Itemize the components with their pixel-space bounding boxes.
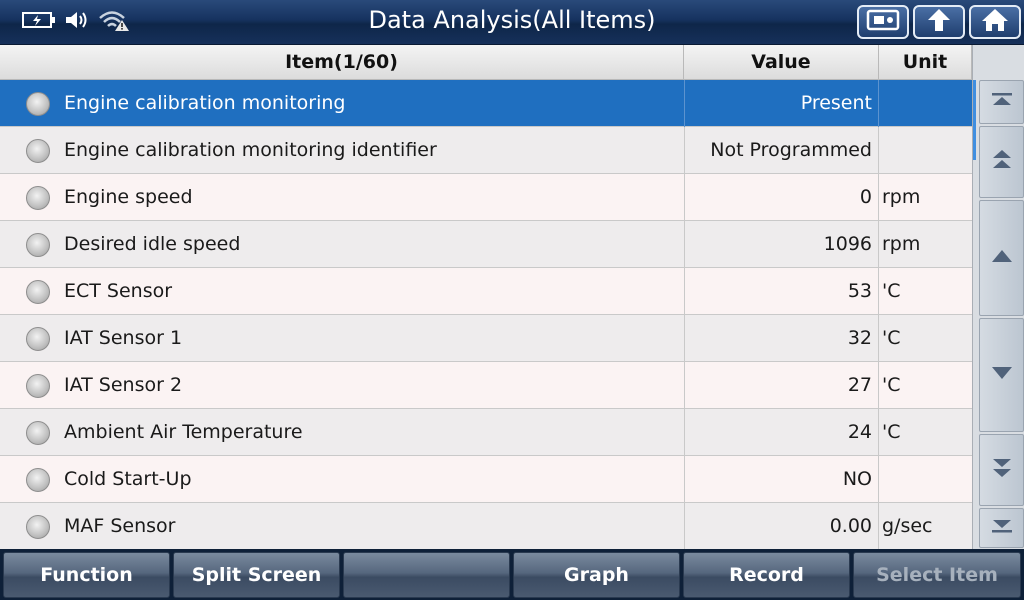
function-button[interactable]: Function [3, 552, 170, 598]
row-radio[interactable] [26, 233, 50, 257]
double-chevron-up-icon [989, 147, 1015, 177]
row-unit: 'C [882, 327, 901, 349]
row-value: 27 [684, 362, 879, 409]
row-radio[interactable] [26, 374, 50, 398]
row-value: 0 [684, 174, 879, 221]
row-unit: g/sec [882, 515, 933, 537]
row-radio[interactable] [26, 421, 50, 445]
chevron-down-icon [989, 363, 1015, 387]
row-unit [879, 456, 972, 503]
row-name: Desired idle speed [64, 233, 241, 255]
scroll-top-button[interactable] [979, 80, 1024, 124]
row-unit: 'C [882, 421, 901, 443]
split-screen-button[interactable]: Split Screen [173, 552, 340, 598]
header-unit[interactable]: Unit [879, 45, 972, 80]
chevron-up-icon [989, 246, 1015, 270]
table-header: Item(1/60) Value Unit [0, 45, 972, 80]
row-radio[interactable] [26, 139, 50, 163]
row-name: ECT Sensor [64, 280, 173, 302]
row-name: Cold Start-Up [64, 468, 192, 490]
row-unit: 'C [882, 280, 901, 302]
row-value: 53 [684, 268, 879, 315]
scroll-up-button[interactable] [979, 200, 1024, 316]
row-name: Engine speed [64, 186, 193, 208]
row-radio[interactable] [26, 468, 50, 492]
scroll-thumb[interactable] [973, 80, 976, 160]
table-row[interactable]: IAT Sensor 2 27 'C [0, 362, 972, 409]
row-value: NO [684, 456, 879, 503]
row-name: IAT Sensor 2 [64, 374, 183, 396]
row-unit [879, 80, 972, 127]
bottom-toolbar: Function Split Screen Graph Record Selec… [0, 549, 1024, 600]
table-row[interactable]: Desired idle speed 1096 rpm [0, 221, 972, 268]
graph-button[interactable]: Graph [513, 552, 680, 598]
row-radio[interactable] [26, 327, 50, 351]
title-bar: Data Analysis(All Items) [0, 0, 1024, 45]
table-row[interactable]: Ambient Air Temperature 24 'C [0, 409, 972, 456]
home-icon [980, 7, 1010, 37]
scroll-to-top-icon [989, 90, 1015, 114]
row-radio[interactable] [26, 515, 50, 539]
row-name: Ambient Air Temperature [64, 421, 303, 443]
data-table: Item(1/60) Value Unit Engine calibration… [0, 45, 972, 550]
row-value: 1096 [684, 221, 879, 268]
table-row[interactable]: MAF Sensor 0.00 g/sec [0, 503, 972, 550]
table-row[interactable]: Engine speed 0 rpm [0, 174, 972, 221]
header-value[interactable]: Value [684, 45, 879, 80]
select-item-button[interactable]: Select Item [853, 552, 1021, 598]
home-button[interactable] [969, 5, 1021, 39]
back-button[interactable] [913, 5, 965, 39]
row-radio[interactable] [26, 92, 50, 116]
scroll-down-button[interactable] [979, 318, 1024, 432]
screenshot-button[interactable] [857, 5, 909, 39]
record-button[interactable]: Record [683, 552, 850, 598]
row-name: Engine calibration monitoring [64, 92, 346, 114]
table-row[interactable]: IAT Sensor 1 32 'C [0, 315, 972, 362]
row-radio[interactable] [26, 280, 50, 304]
row-name: IAT Sensor 1 [64, 327, 183, 349]
row-value: 24 [684, 409, 879, 456]
row-unit: rpm [882, 186, 921, 208]
back-icon [924, 7, 954, 37]
empty-button [343, 552, 510, 598]
page-down-button[interactable] [979, 434, 1024, 506]
table-row[interactable]: ECT Sensor 53 'C [0, 268, 972, 315]
scroll-to-bottom-icon [989, 516, 1015, 540]
row-name: MAF Sensor [64, 515, 176, 537]
row-radio[interactable] [26, 186, 50, 210]
header-item[interactable]: Item(1/60) [0, 45, 684, 80]
row-unit: rpm [882, 233, 921, 255]
scroll-bottom-button[interactable] [979, 508, 1024, 548]
row-unit [879, 127, 972, 174]
double-chevron-down-icon [989, 455, 1015, 485]
row-value: 0.00 [684, 503, 879, 550]
table-row[interactable]: Cold Start-Up NO [0, 456, 972, 503]
page-up-button[interactable] [979, 126, 1024, 198]
row-name: Engine calibration monitoring identifier [64, 139, 437, 161]
row-value: Not Programmed [684, 127, 879, 174]
row-unit: 'C [882, 374, 901, 396]
screenshot-icon [866, 8, 900, 36]
table-row[interactable]: Engine calibration monitoring Present [0, 80, 972, 127]
table-row[interactable]: Engine calibration monitoring identifier… [0, 127, 972, 174]
row-value: 32 [684, 315, 879, 362]
row-value: Present [684, 80, 879, 127]
